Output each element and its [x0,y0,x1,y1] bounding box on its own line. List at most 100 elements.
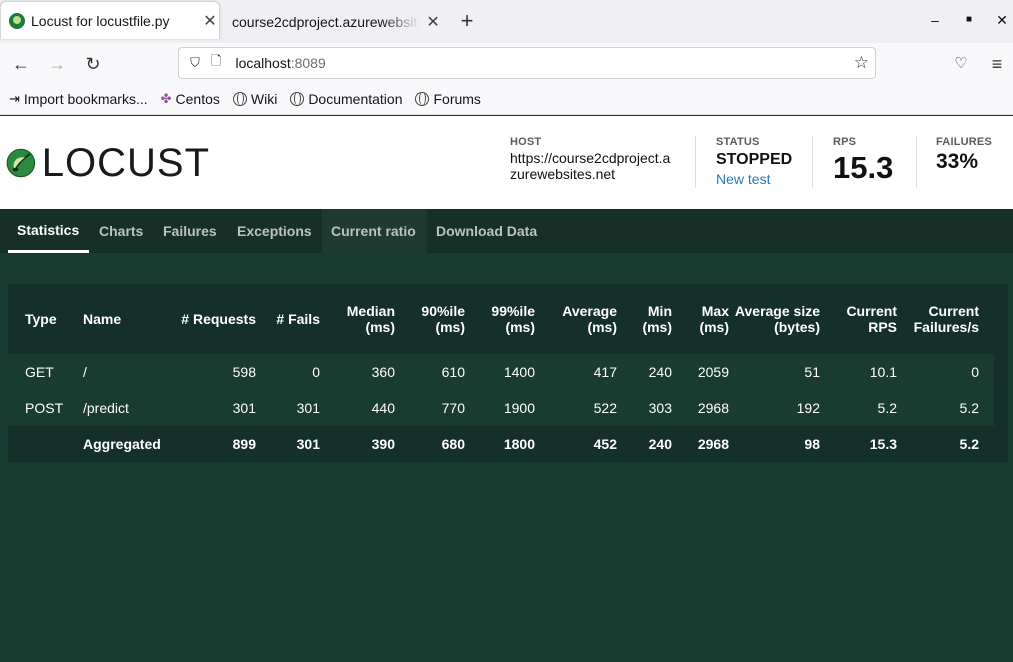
import-icon: ⇥ [9,90,20,106]
cell-median: 360 [371,364,395,380]
globe-icon [290,91,305,106]
cell-99ile: 1400 [503,364,535,380]
table-body: GET/598 0 360 610 1400 417 240 2059 51 10.1 0 POST /… [8,354,994,462]
cell-average: 452 [593,436,617,452]
cell-max: 2968 [697,436,729,452]
shield-icon[interactable]: ⛉ [179,55,211,71]
url-host: localhost [235,55,291,71]
cell-current-rps: 5.2 [877,400,897,416]
cell-requests: 301 [232,400,256,416]
col-header-name[interactable]: Name [83,284,168,354]
cell-90ile: 680 [441,436,465,452]
bookmark-documentation[interactable]: Documentation [290,91,402,107]
rps-label: RPS [833,136,857,148]
failures-stat: FAILURES 33% [936,136,992,174]
cell-min: 240 [648,364,672,380]
stats-table-container: Type Name # Requests # Fails Median (ms)… [8,284,1008,462]
bookmark-wiki[interactable]: Wiki [232,91,277,107]
failures-value: 33% [936,150,979,173]
col-header-90ile[interactable]: 90%ile (ms) [395,284,465,354]
col-header-current-failures[interactable]: Current Failures/s [897,284,994,354]
cell-fails: 0 [312,364,320,380]
pocket-icon[interactable]: ♡ [950,53,972,75]
cell-90ile: 610 [441,364,465,380]
cell-current-failures: 5.2 [959,400,979,416]
col-header-avg-size[interactable]: Average size (bytes) [729,284,820,354]
cell-avg-size: 192 [796,400,820,416]
globe-icon [415,91,430,106]
cell-current-rps: 15.3 [869,436,897,452]
cell-requests: 598 [232,364,256,380]
cell-max: 2059 [697,364,729,380]
status-label: STATUS [716,136,760,148]
tab-download-data[interactable]: Download Data [427,209,546,253]
table-row: GET / 598 0 360 610 1400 417 240 2059 51 10.1 0 [8,354,994,390]
logo-text: LOCUST [41,140,210,185]
cell-fails: 301 [296,436,320,452]
browser-tab-azure[interactable]: course2cdproject.azurewebsites.net ✕ [224,0,442,43]
cell-max: 2968 [697,400,729,416]
back-arrow-icon[interactable]: ← [10,53,32,75]
close-tab-icon[interactable]: ✕ [424,12,442,32]
tab-title: Locust for locustfile.py [31,12,170,29]
tab-failures[interactable]: Failures [154,209,226,253]
col-header-fails[interactable]: # Fails [256,284,320,354]
tab-current-ratio[interactable]: Current ratio [322,209,427,253]
bookmark-forums[interactable]: Forums [415,90,481,107]
cell-requests: 899 [232,436,256,452]
table-row: POST/predict 301 301 440 770 1900 522 303 2968 19… [8,390,994,426]
header-divider [695,136,696,188]
col-header-max[interactable]: Max (ms) [672,284,729,354]
tab-title: course2cdproject.azurewebsites.net [232,13,420,30]
url-bar[interactable]: ⛉ 🗋 localhost:8089 ☆ [178,47,876,79]
new-tab-button[interactable]: + [456,10,478,32]
locust-logo-icon [6,148,36,178]
cell-median: 390 [371,436,395,452]
host-label: HOST [510,136,542,148]
rps-value: 15.3 [833,150,894,185]
col-header-min[interactable]: Min (ms) [617,284,672,354]
cell-fails: 301 [296,400,320,416]
status-stat: STATUS STOPPED New test [716,136,792,187]
col-header-type[interactable]: Type [8,284,83,354]
tab-statistics[interactable]: Statistics [8,209,89,253]
cell-current-failures: 5.2 [959,436,979,452]
browser-tab-locust[interactable]: Locust for locustfile.py ✕ [0,1,220,39]
cell-avg-size: 51 [804,364,820,380]
cell-name: Aggregated [83,436,161,452]
minimize-window-icon[interactable]: – [926,12,944,28]
host-stat: HOST https://course2cdproject.a zurewebs… [510,136,670,182]
locust-logo[interactable]: LOCUST [6,138,210,188]
header-divider [812,136,813,188]
close-window-icon[interactable]: ✕ [993,12,1011,29]
cell-min: 303 [648,400,672,416]
cell-99ile: 1900 [503,400,535,416]
col-header-requests[interactable]: # Requests [168,284,256,354]
col-header-99ile[interactable]: 99%ile (ms) [465,284,535,354]
tab-charts[interactable]: Charts [90,209,152,253]
new-test-link[interactable]: New test [716,171,792,187]
tab-exceptions[interactable]: Exceptions [228,209,321,253]
bookmark-import[interactable]: ⇥ Import bookmarks... [9,91,148,107]
bookmark-centos[interactable]: ✤ Centos [161,91,220,107]
close-tab-icon[interactable]: ✕ [201,11,219,31]
bookmark-label: Forums [433,90,481,107]
url-port: :8089 [290,55,326,71]
status-value: STOPPED [716,151,793,168]
host-value: https://course2cdproject.a zurewebsites.… [510,150,670,182]
forward-arrow-icon[interactable]: → [46,53,68,75]
reload-icon[interactable]: ↻ [82,53,104,75]
bookmark-star-icon[interactable]: ☆ [854,53,869,73]
cell-99ile: 1800 [503,436,535,452]
cell-current-failures: 0 [971,364,979,380]
col-header-current-rps[interactable]: Current RPS [820,284,897,354]
col-header-average[interactable]: Average (ms) [535,284,617,354]
cell-90ile: 770 [441,400,465,416]
header-divider [916,136,917,188]
cell-avg-size: 98 [804,436,820,452]
col-header-median[interactable]: Median (ms) [320,284,395,354]
maximize-window-icon[interactable]: ■ [960,14,978,25]
stats-table: Type Name # Requests # Fails Median (ms)… [8,284,994,462]
cell-median: 440 [371,400,395,416]
menu-icon[interactable]: ≡ [986,53,1008,75]
